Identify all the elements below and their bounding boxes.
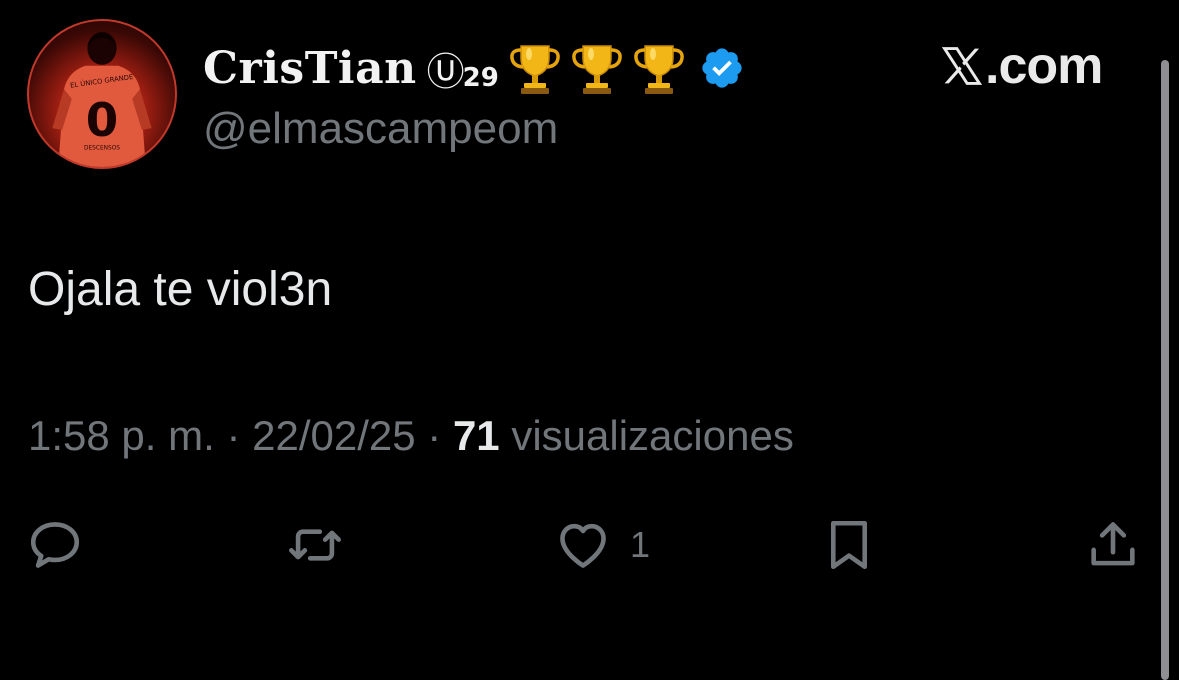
tweet-time[interactable]: 1:58 p. m.	[28, 412, 215, 459]
share-icon	[1091, 522, 1135, 566]
brand-domain: .com	[985, 37, 1103, 95]
views-count[interactable]: 71	[453, 412, 500, 459]
views-label[interactable]: visualizaciones	[511, 412, 793, 459]
like-button[interactable]: 1	[554, 516, 650, 574]
like-count: 1	[630, 524, 651, 565]
avatar-shirt-bottom-text: DESCENSOS	[84, 145, 120, 151]
meta-separator: ·	[427, 412, 442, 459]
bookmark-icon	[830, 520, 868, 570]
bookmark-button[interactable]	[820, 516, 878, 574]
tweet-date[interactable]: 22/02/25	[252, 412, 416, 459]
tweet-text: Ojala te viol3n	[28, 263, 333, 316]
display-name-row[interactable]: CrisTian Ⓤ 29	[203, 40, 745, 96]
tweet-meta: 1:58 p. m. · 22/02/25 · 71 visualizacion…	[28, 412, 794, 460]
reply-button[interactable]	[26, 516, 84, 574]
u-mark: Ⓤ	[426, 49, 465, 94]
reply-icon	[30, 522, 80, 568]
x-com-brand: .com	[940, 36, 1103, 96]
trophy-icon	[572, 45, 622, 94]
trophy-icon	[634, 45, 684, 94]
meta-separator: ·	[226, 412, 241, 459]
avatar-shirt-number: 0	[86, 94, 119, 148]
avatar-image: EL ÚNICO GRANDE 0 DESCENSOS	[52, 31, 152, 167]
avatar[interactable]: EL ÚNICO GRANDE 0 DESCENSOS	[27, 19, 177, 169]
display-name[interactable]: CrisTian	[203, 43, 417, 94]
trophy-icon	[510, 45, 560, 94]
user-handle[interactable]: @elmascampeom	[203, 104, 558, 154]
heart-icon	[560, 523, 606, 568]
share-button[interactable]	[1084, 516, 1142, 574]
u-subscript: 29	[462, 63, 499, 93]
verified-icon[interactable]	[699, 45, 745, 91]
retweet-button[interactable]	[286, 516, 344, 574]
x-logo-icon	[941, 47, 983, 85]
retweet-icon	[289, 529, 341, 561]
scrollbar[interactable]	[1161, 60, 1169, 680]
